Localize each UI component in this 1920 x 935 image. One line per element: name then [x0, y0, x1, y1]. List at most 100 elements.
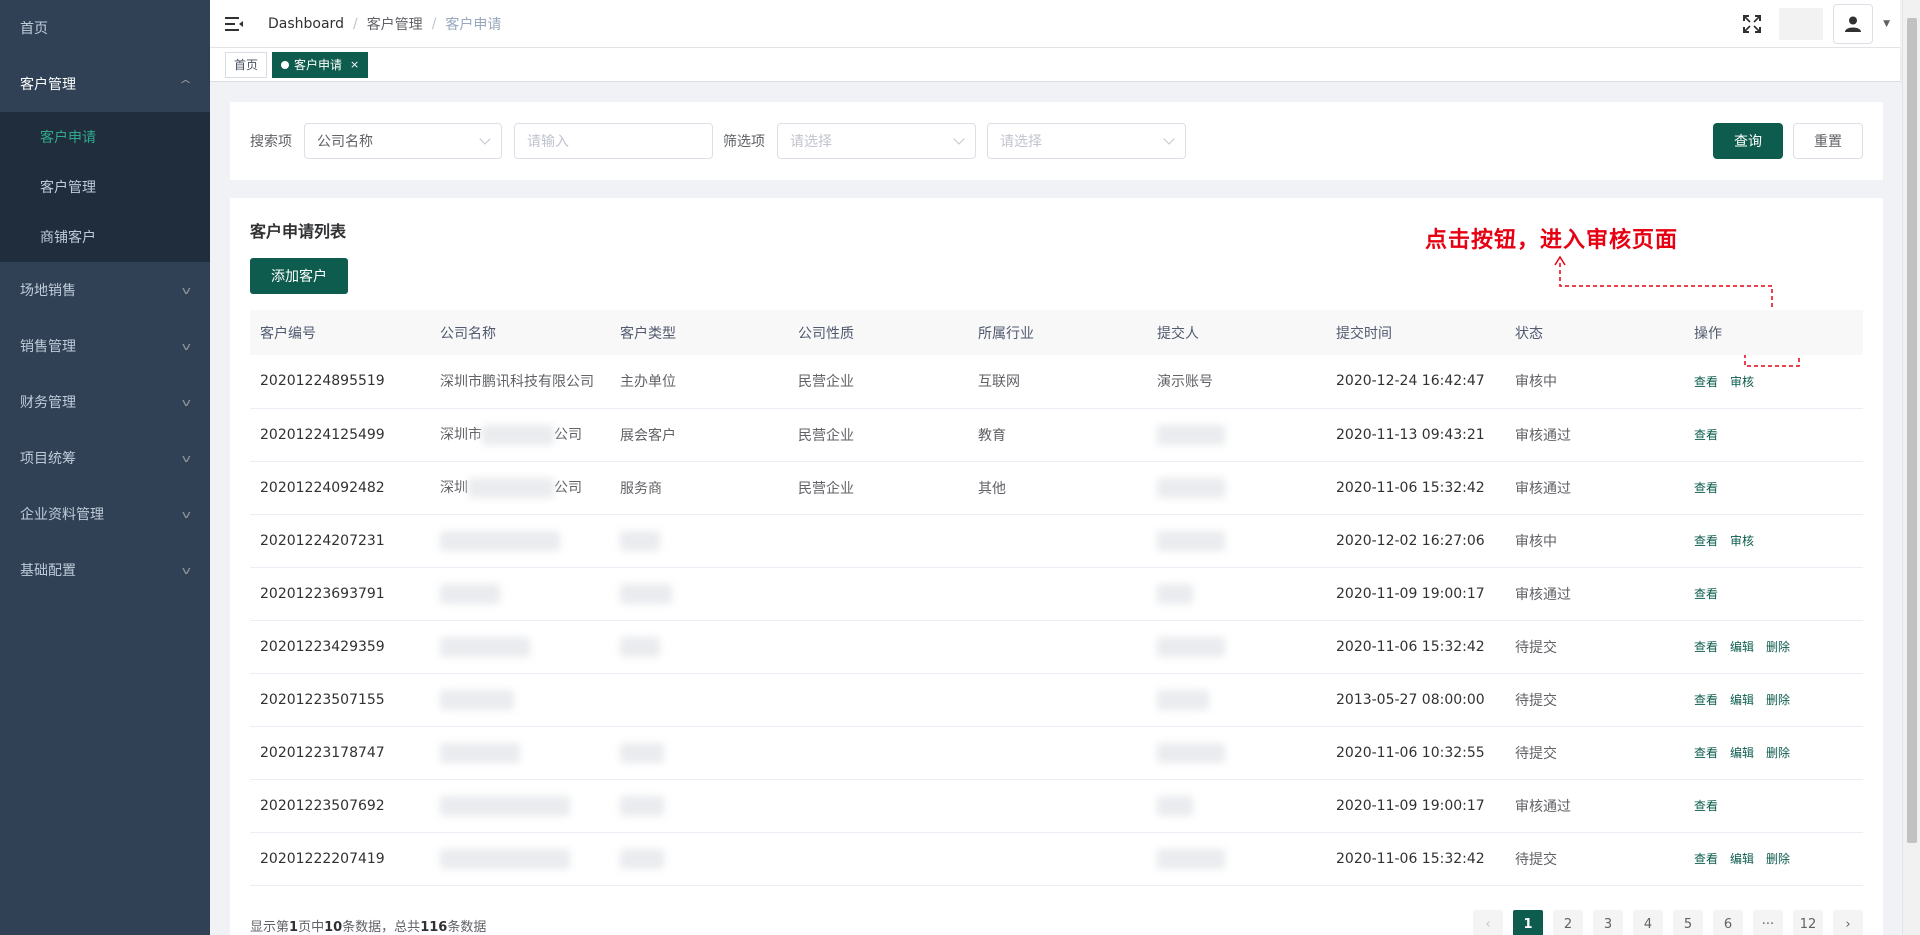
submit-time: 2020-11-09 19:00:17 — [1336, 797, 1485, 814]
more-pages-button[interactable]: ··· — [1753, 910, 1783, 935]
view-link[interactable]: 查看 — [1694, 693, 1718, 707]
avatar[interactable] — [1833, 4, 1874, 44]
table-row: 20201223178747 2020-11-06 10:32:55 待提交 查… — [250, 726, 1863, 779]
company-name — [430, 832, 610, 885]
search-input[interactable]: 请输入 — [514, 123, 713, 159]
view-link[interactable]: 查看 — [1694, 481, 1718, 495]
redacted-blur — [620, 742, 664, 763]
filter-select-1[interactable]: 请选择 — [777, 123, 976, 159]
hamburger-icon[interactable] — [210, 0, 258, 48]
submenu-item-shop-customer[interactable]: 商铺客户 — [0, 212, 210, 262]
breadcrumb-item[interactable]: 客户管理 — [367, 14, 423, 34]
tag-home[interactable]: 首页 — [225, 51, 268, 78]
menu-item-project[interactable]: 项目统筹 v — [0, 430, 210, 486]
column-header: 客户编号 — [260, 325, 316, 342]
page-scrollbar[interactable] — [1902, 0, 1920, 935]
customer-code: 20201224092482 — [260, 479, 385, 496]
delete-link[interactable]: 删除 — [1766, 693, 1790, 707]
delete-link[interactable]: 删除 — [1766, 640, 1790, 654]
submitter — [1147, 461, 1326, 514]
menu-item-venue-sales[interactable]: 场地销售 v — [0, 262, 210, 318]
customer-code: 20201224895519 — [260, 373, 385, 390]
view-link[interactable]: 查看 — [1694, 799, 1718, 813]
pagination-info: 显示第1页中10条数据，总共116条数据 — [250, 916, 486, 935]
tag-customer-apply[interactable]: 客户申请 × — [272, 51, 369, 78]
reset-button[interactable]: 重置 — [1793, 123, 1863, 159]
industry — [968, 567, 1147, 620]
filter-label: 筛选项 — [723, 134, 765, 150]
menu-item-sales-mgmt[interactable]: 销售管理 v — [0, 318, 210, 374]
menu-item-base-config[interactable]: 基础配置 v — [0, 542, 210, 598]
view-link[interactable]: 查看 — [1694, 375, 1718, 389]
redacted-blur — [1157, 424, 1225, 445]
navbar-right: ▼ — [1741, 4, 1890, 44]
prev-page-button[interactable]: ‹ — [1473, 910, 1503, 935]
company-nature — [788, 567, 968, 620]
submitter — [1147, 620, 1326, 673]
menu-item-enterprise-docs[interactable]: 企业资料管理 v — [0, 486, 210, 542]
company-nature — [788, 514, 968, 567]
submenu-item-customer-apply[interactable]: 客户申请 — [0, 112, 210, 162]
view-link[interactable]: 查看 — [1694, 852, 1718, 866]
delete-link[interactable]: 删除 — [1766, 852, 1790, 866]
fullscreen-icon[interactable] — [1741, 13, 1763, 35]
company-name — [430, 620, 610, 673]
breadcrumb: Dashboard / 客户管理 / 客户申请 — [268, 14, 501, 34]
edit-link[interactable]: 编辑 — [1730, 640, 1754, 654]
company-nature — [788, 726, 968, 779]
menu-item-home[interactable]: 首页 — [0, 0, 210, 56]
page-button[interactable]: 5 — [1673, 910, 1703, 935]
select-value: 公司名称 — [317, 134, 373, 150]
column-header: 所属行业 — [978, 325, 1034, 342]
status: 审核通过 — [1515, 586, 1571, 603]
redacted-blur — [440, 689, 514, 710]
edit-link[interactable]: 编辑 — [1730, 852, 1754, 866]
page-button[interactable]: 6 — [1713, 910, 1743, 935]
customer-apply-table: 客户编号 公司名称 客户类型 公司性质 所属行业 提交人 提交时间 状态 操作 … — [250, 310, 1863, 886]
view-link[interactable]: 查看 — [1694, 746, 1718, 760]
close-icon[interactable]: × — [350, 53, 359, 77]
page-button[interactable]: 2 — [1553, 910, 1583, 935]
view-link[interactable]: 查看 — [1694, 640, 1718, 654]
size-select[interactable] — [1779, 8, 1824, 40]
menu-item-customer-mgmt[interactable]: 客户管理 ^ — [0, 56, 210, 112]
submenu-customer: 客户申请 客户管理 商铺客户 — [0, 112, 210, 262]
company-prefix: 深圳 — [440, 480, 468, 496]
submit-time: 2020-11-06 15:32:42 — [1336, 850, 1485, 867]
customer-type — [610, 726, 788, 779]
view-link[interactable]: 查看 — [1694, 587, 1718, 601]
menu-item-finance[interactable]: 财务管理 v — [0, 374, 210, 430]
submit-time: 2020-12-02 16:27:06 — [1336, 532, 1485, 549]
redacted-blur — [1157, 795, 1193, 816]
column-header: 客户类型 — [620, 325, 676, 342]
submenu-item-customer-manage[interactable]: 客户管理 — [0, 162, 210, 212]
page-button[interactable]: 1 — [1513, 910, 1543, 935]
company-name — [430, 779, 610, 832]
column-header: 提交人 — [1157, 325, 1199, 342]
filter-select-2[interactable]: 请选择 — [987, 123, 1186, 159]
add-customer-button[interactable]: 添加客户 — [250, 258, 348, 294]
view-link[interactable]: 查看 — [1694, 534, 1718, 548]
search-field-select[interactable]: 公司名称 — [304, 123, 502, 159]
review-link[interactable]: 审核 — [1730, 534, 1754, 548]
breadcrumb-item[interactable]: Dashboard — [268, 16, 344, 32]
column-header: 提交时间 — [1336, 325, 1392, 342]
customer-type — [610, 832, 788, 885]
page-button[interactable]: 12 — [1793, 910, 1823, 935]
view-link[interactable]: 查看 — [1694, 428, 1718, 442]
table-row: 20201223693791 2020-11-09 19:00:17 审核通过 … — [250, 567, 1863, 620]
submit-time: 2020-11-06 15:32:42 — [1336, 638, 1485, 655]
edit-link[interactable]: 编辑 — [1730, 746, 1754, 760]
table-row: 20201224207231 2020-12-02 16:27:06 审核中 查… — [250, 514, 1863, 567]
edit-link[interactable]: 编辑 — [1730, 693, 1754, 707]
caret-down-icon[interactable]: ▼ — [1883, 19, 1890, 29]
page-button[interactable]: 4 — [1633, 910, 1663, 935]
delete-link[interactable]: 删除 — [1766, 746, 1790, 760]
next-page-button[interactable]: › — [1833, 910, 1863, 935]
page-button[interactable]: 3 — [1593, 910, 1623, 935]
column-header: 公司名称 — [440, 325, 496, 342]
company-suffix: 公司 — [554, 480, 582, 496]
scrollbar-thumb[interactable] — [1907, 18, 1917, 843]
review-link[interactable]: 审核 — [1730, 375, 1754, 389]
query-button[interactable]: 查询 — [1713, 123, 1783, 159]
